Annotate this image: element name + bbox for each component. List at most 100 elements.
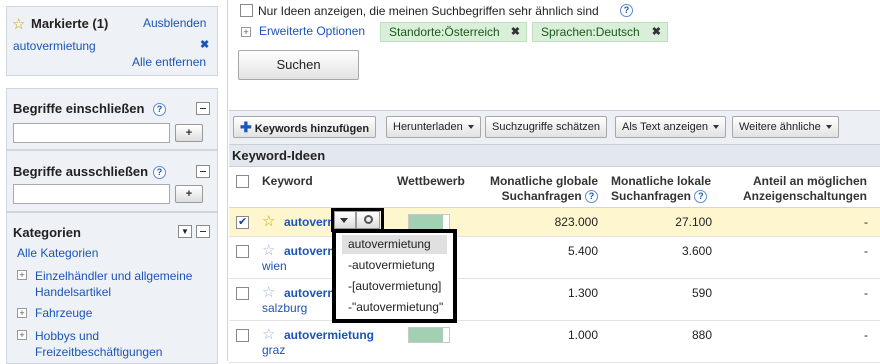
- header-share-line2: Anzeigenschaltungen: [742, 189, 867, 203]
- keyword-subtext[interactable]: salzburg: [262, 301, 307, 315]
- competition-bar: [408, 214, 450, 230]
- expand-icon[interactable]: +: [17, 308, 27, 318]
- include-add-button[interactable]: +: [175, 124, 203, 142]
- hide-link[interactable]: Ausblenden: [143, 16, 206, 30]
- more-similar-button[interactable]: Weitere ähnliche: [732, 116, 839, 138]
- marked-keyword[interactable]: autovermietung: [13, 39, 96, 53]
- match-option-negative-phrase[interactable]: -"autovermietung": [342, 298, 447, 317]
- include-title: Begriffe einschließen: [13, 101, 145, 116]
- filter-tag-label: Sprachen:Deutsch: [541, 25, 640, 39]
- collapse-icon[interactable]: [196, 102, 210, 115]
- similar-only-checkbox[interactable]: [240, 4, 253, 17]
- help-icon[interactable]: ?: [585, 190, 598, 204]
- include-input[interactable]: [13, 123, 170, 143]
- match-option-negative-broad[interactable]: -autovermietung: [342, 256, 447, 275]
- impression-share: -: [864, 244, 868, 258]
- exclude-add-button[interactable]: +: [175, 185, 203, 203]
- collapse-icon[interactable]: [196, 165, 210, 178]
- header-competition[interactable]: Wettbewerb: [397, 174, 465, 189]
- competition-bar-fill: [409, 215, 443, 229]
- star-icon[interactable]: ☆: [262, 214, 275, 229]
- close-icon[interactable]: ✖: [511, 23, 520, 41]
- row-checkbox[interactable]: [236, 287, 249, 300]
- caret-down-icon: [825, 125, 832, 130]
- exclude-panel: Begriffe ausschließen ? +: [6, 150, 218, 212]
- caret-down-icon: [713, 125, 720, 130]
- caret-down-icon: [467, 125, 474, 130]
- header-share-line1: Anteil an möglichen: [752, 174, 867, 188]
- help-icon[interactable]: ?: [694, 190, 708, 204]
- header-share[interactable]: Anteil an möglichen Anzeigenschaltungen: [724, 174, 867, 204]
- global-searches: 1.300: [567, 286, 598, 300]
- all-categories-link[interactable]: Alle Kategorien: [17, 246, 98, 260]
- local-searches: 880: [691, 328, 712, 342]
- exclude-input[interactable]: [13, 184, 170, 204]
- keyword-text[interactable]: autoverm: [284, 244, 338, 258]
- section-title: Keyword-Ideen: [232, 148, 326, 163]
- add-keywords-label: Keywords hinzufügen: [254, 123, 370, 135]
- remove-keyword-icon[interactable]: ✖: [200, 38, 209, 51]
- keyword-text[interactable]: autovermietung: [284, 328, 374, 342]
- row-checkbox[interactable]: [236, 215, 249, 229]
- keyword-subtext[interactable]: graz: [262, 343, 285, 357]
- competition-bar: [408, 327, 450, 343]
- header-keyword[interactable]: Keyword: [262, 174, 313, 189]
- category-item[interactable]: Einzelhändler und allgemeine Handelsarti…: [35, 268, 215, 300]
- select-all-checkbox[interactable]: [236, 175, 249, 188]
- help-icon[interactable]: ?: [153, 103, 166, 116]
- section-header: [229, 144, 880, 167]
- star-icon[interactable]: ☆: [262, 327, 275, 342]
- global-searches: 823.000: [554, 215, 598, 229]
- help-icon[interactable]: ?: [620, 4, 633, 17]
- local-searches: 27.100: [675, 215, 712, 229]
- local-searches: 590: [691, 286, 712, 300]
- competition-bar-fill: [409, 328, 443, 342]
- row-checkbox[interactable]: [236, 245, 249, 258]
- help-icon[interactable]: ?: [153, 166, 166, 179]
- header-global[interactable]: Monatliche globale Suchanfragen ?: [480, 174, 598, 204]
- view-as-text-label: Als Text anzeigen: [622, 121, 709, 133]
- add-keywords-button[interactable]: ✚ Keywords hinzufügen: [233, 116, 377, 138]
- header-local[interactable]: Monatliche lokale Suchanfragen ?: [611, 174, 721, 204]
- plus-icon: ✚: [240, 119, 252, 135]
- remove-all-link[interactable]: Alle entfernen: [132, 55, 206, 69]
- impression-share: -: [864, 328, 868, 342]
- expand-icon[interactable]: +: [17, 330, 27, 340]
- filter-tag-label: Standorte:Österreich: [389, 25, 500, 39]
- collapse-icon[interactable]: [196, 225, 210, 238]
- keyword-subtext[interactable]: wien: [262, 259, 287, 273]
- star-icon: ☆: [12, 16, 26, 33]
- match-option-negative-exact[interactable]: -[autovermietung]: [342, 277, 447, 296]
- advanced-options-link[interactable]: Erweiterte Optionen: [259, 24, 365, 38]
- marked-panel: ☆ Markierte (1) Ausblenden autovermietun…: [6, 6, 218, 76]
- download-button[interactable]: Herunterladen: [386, 116, 481, 138]
- keyword-text[interactable]: autoverm: [284, 215, 338, 229]
- global-searches: 5.400: [567, 244, 598, 258]
- view-as-text-button[interactable]: Als Text anzeigen: [615, 116, 727, 138]
- search-button[interactable]: Suchen: [238, 50, 359, 80]
- category-item[interactable]: Hobbys und Freizeitbeschäftigungen: [35, 328, 185, 360]
- similar-only-label: Nur Ideen anzeigen, die meinen Suchbegri…: [258, 4, 599, 18]
- close-icon[interactable]: ✖: [652, 23, 661, 41]
- keyword-text[interactable]: autoverm: [284, 286, 338, 300]
- filter-tag-language: Sprachen:Deutsch ✖: [532, 22, 668, 42]
- row-checkbox[interactable]: [236, 329, 249, 342]
- star-icon[interactable]: ☆: [262, 243, 275, 258]
- more-similar-label: Weitere ähnliche: [739, 121, 821, 133]
- impression-share: -: [864, 215, 868, 229]
- categories-title: Kategorien: [13, 225, 81, 240]
- filter-tag-location: Standorte:Österreich ✖: [380, 22, 527, 42]
- match-option-broad[interactable]: autovermietung: [342, 235, 447, 254]
- chevron-down-icon[interactable]: ▼: [178, 225, 192, 238]
- match-type-dropdown: autovermietung -autovermietung -[autover…: [332, 229, 457, 323]
- sidebar: ☆ Markierte (1) Ausblenden autovermietun…: [0, 0, 228, 364]
- expand-icon[interactable]: +: [241, 27, 251, 37]
- impression-share: -: [864, 286, 868, 300]
- header-global-line1: Monatliche globale: [489, 174, 598, 188]
- estimate-traffic-button[interactable]: Suchzugriffe schätzen: [485, 116, 608, 138]
- exclude-title: Begriffe ausschließen: [13, 164, 149, 179]
- expand-icon[interactable]: +: [17, 270, 27, 280]
- header-local-line1: Monatliche lokale: [611, 174, 712, 188]
- category-item[interactable]: Fahrzeuge: [35, 306, 92, 320]
- star-icon[interactable]: ☆: [262, 285, 275, 300]
